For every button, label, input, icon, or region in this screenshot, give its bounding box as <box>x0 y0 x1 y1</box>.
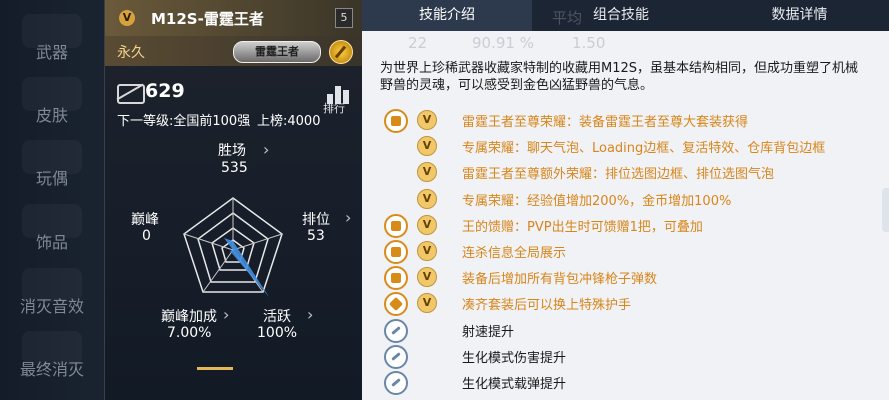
final-kill-thumb-icon <box>22 331 82 365</box>
vip-level-icon: V <box>417 162 437 183</box>
perk-text: 装备后增加所有背包冲锋枪子弹数 <box>462 272 658 288</box>
doll-thumb-icon <box>22 140 82 174</box>
side-drawer-handle[interactable] <box>882 188 889 232</box>
page-indicator <box>197 367 233 370</box>
ghost-stat-1: 22 <box>408 34 428 52</box>
perk-row: 射速提升 <box>362 318 889 343</box>
wins-label: 胜场 <box>218 143 246 159</box>
vip-level-icon: V <box>417 293 437 314</box>
perk-row: V 王的馈赠：PVP出生时可馈赠1把，可叠加 <box>362 213 889 238</box>
radar-fill <box>224 238 269 297</box>
banner-icon <box>384 240 408 264</box>
sidebar-item-kill-sound[interactable]: 消灭音效 <box>0 268 104 324</box>
damage-icon <box>384 344 408 369</box>
sidebar-item-skins[interactable]: 皮肤 <box>0 77 104 133</box>
perk-text: 射速提升 <box>462 324 515 340</box>
perk-row: V 雷霆王者至尊荣耀：装备雷霆王者至尊大套装获得 <box>362 109 889 133</box>
active-chevron-icon[interactable]: › <box>307 305 313 324</box>
vip-level-icon: V <box>417 136 437 157</box>
skin-thumb-icon <box>22 77 82 111</box>
weapon-thumb-icon <box>22 14 82 48</box>
speed-icon <box>384 318 408 343</box>
ghost-stat-3: 1.50 <box>572 34 606 52</box>
kill-sound-thumb-icon <box>22 268 82 302</box>
perk-text: 雷霆王者至尊荣耀：装备雷霆王者至尊大套装获得 <box>462 115 749 130</box>
perk-row: V 专属荣耀：聊天气泡、Loading边框、复活特效、仓库背包边框 <box>362 135 889 157</box>
weapon-description: 为世界上珍稀武器收藏家特制的收藏用M12S，虽基本结构相同，但成功重塑了机械野兽… <box>380 61 859 93</box>
perk-row: 生化模式载弹提升 <box>362 371 889 395</box>
vip-level-icon: V <box>417 241 437 261</box>
star-icon <box>384 292 408 317</box>
tab-bar: 技能介绍 组合技能 数据详情 平均 <box>362 0 889 31</box>
details-panel: 技能介绍 组合技能 数据详情 平均 22 90.91 % 1.50 为世界上珍稀… <box>362 0 889 400</box>
active-label: 活跃 <box>263 309 291 325</box>
ghost-stat-2: 90.91 % <box>472 34 534 52</box>
ammo-capacity-icon <box>384 371 408 395</box>
diamond-icon <box>384 109 408 133</box>
vip-level-icon: V <box>417 214 437 235</box>
perk-text: 连杀信息全局展示 <box>462 246 567 261</box>
active-value: 100% <box>257 325 298 341</box>
ammo-icon <box>384 266 408 291</box>
sidebar-item-accessories[interactable]: 饰品 <box>0 204 104 260</box>
tab-data-details[interactable]: 数据详情 <box>710 0 889 31</box>
perk-text: 生化模式载弹提升 <box>462 377 567 392</box>
perk-text: 生化模式伤害提升 <box>462 350 567 366</box>
perk-text: 雷霆王者至尊额外荣耀：排位选图边框、排位选图气泡 <box>462 167 775 183</box>
vip-level-icon: V <box>417 188 437 209</box>
perk-row: V 凑齐套装后可以换上特殊护手 <box>362 292 889 317</box>
rank-value: 53 <box>307 228 325 244</box>
sidebar-item-weapons[interactable]: 武器 <box>0 14 104 70</box>
sidebar-item-dolls[interactable]: 玩偶 <box>0 140 104 196</box>
peak-bonus-label: 巅峰加成 <box>161 309 217 325</box>
ghost-avg-label: 平均 <box>552 9 583 27</box>
peak-value: 0 <box>142 228 151 244</box>
perk-row: V 专属荣耀：经验值增加200%，金币增加100% <box>362 188 889 210</box>
wins-value: 535 <box>221 160 248 176</box>
wins-chevron-icon[interactable]: › <box>263 140 269 159</box>
vip-level-icon: V <box>417 267 437 288</box>
rank-label: 排位 <box>302 212 330 228</box>
category-sidebar: 武器 皮肤 玩偶 饰品 消灭音效 最终消灭 <box>0 0 104 400</box>
rank-chevron-icon[interactable]: › <box>345 208 351 227</box>
radar-chart <box>183 197 283 297</box>
peak-label: 巅峰 <box>131 212 159 228</box>
sidebar-item-final-kill[interactable]: 最终消灭 <box>0 331 104 387</box>
perk-row: 生化模式伤害提升 <box>362 344 889 369</box>
perk-text: 王的馈赠：PVP出生时可馈赠1把，可叠加 <box>462 219 703 235</box>
vip-level-icon: V <box>417 110 437 130</box>
perk-text: 专属荣耀：经验值增加200%，金币增加100% <box>462 193 732 209</box>
perk-text: 专属荣耀：聊天气泡、Loading边框、复活特效、仓库背包边框 <box>462 141 826 157</box>
perk-text: 凑齐套装后可以换上特殊护手 <box>462 298 632 314</box>
gift-icon <box>384 213 408 238</box>
perk-row: V 连杀信息全局展示 <box>362 240 889 264</box>
accessory-thumb-icon <box>22 204 82 238</box>
weapon-card: V M12S-雷霆王者 5 永久 雷霆王者 629 排行 下一等级:全国前100… <box>104 0 363 400</box>
perk-row: V 装备后增加所有背包冲锋枪子弹数 <box>362 266 889 291</box>
tab-skill-intro[interactable]: 技能介绍 <box>362 0 532 31</box>
peak-bonus-value: 7.00% <box>167 325 212 341</box>
peak-bonus-chevron-icon[interactable]: › <box>223 305 229 324</box>
perk-row: V 雷霆王者至尊额外荣耀：排位选图边框、排位选图气泡 <box>362 161 889 183</box>
